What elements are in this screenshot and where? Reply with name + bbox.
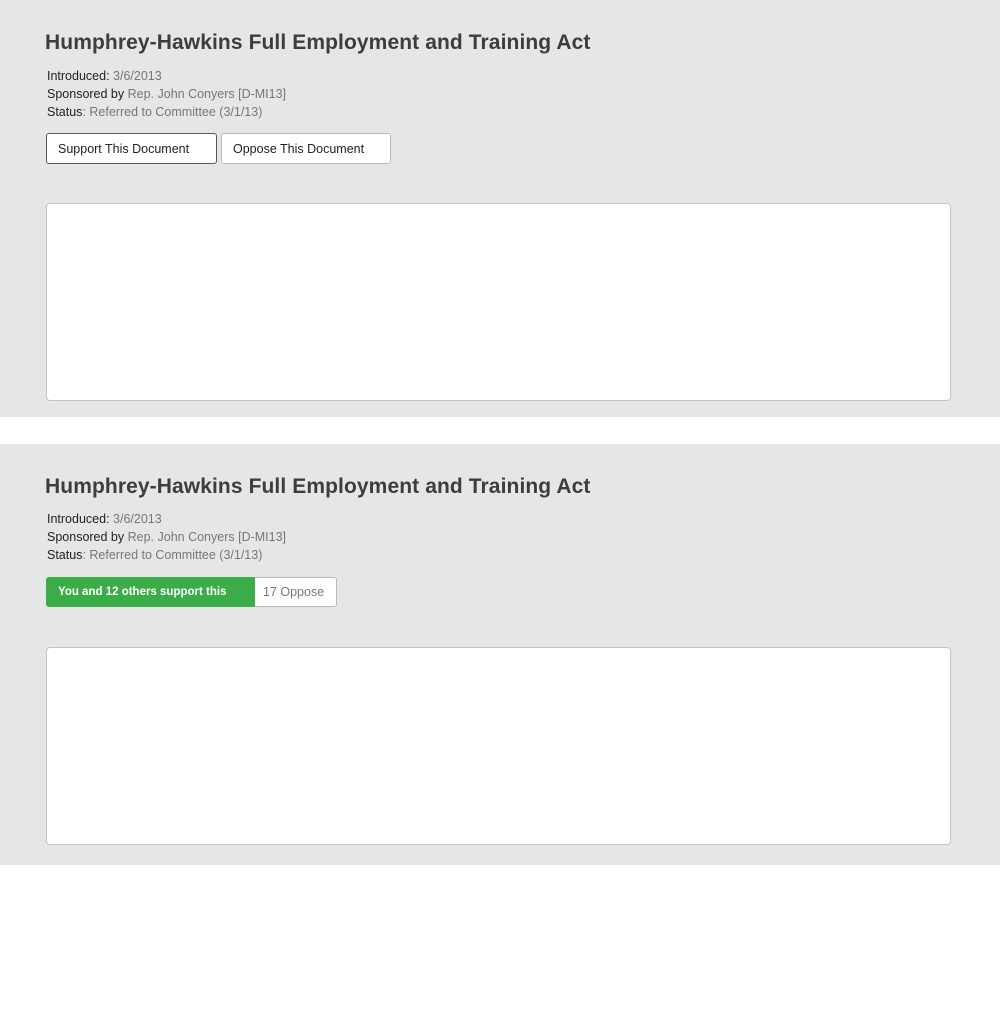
sponsor-name: Rep. John Conyers [D-MI13] xyxy=(127,530,287,544)
document-content-box[interactable] xyxy=(46,647,951,845)
support-status-badge[interactable]: You and 12 others support this xyxy=(46,577,255,607)
introduced-date: 3/6/2013 xyxy=(113,512,162,526)
sponsor-line: Sponsored by Rep. John Conyers [D-MI13] xyxy=(47,85,286,103)
sponsor-name: Rep. John Conyers [D-MI13] xyxy=(127,87,287,101)
status-value: : Referred to Committee (3/1/13) xyxy=(82,105,263,119)
introduced-line: Introduced: 3/6/2013 xyxy=(47,510,162,528)
sponsor-label: Sponsored by xyxy=(47,530,125,544)
introduced-line: Introduced: 3/6/2013 xyxy=(47,67,162,85)
introduced-date: 3/6/2013 xyxy=(113,69,162,83)
vote-result-group: You and 12 others support this 17 Oppose xyxy=(46,577,337,607)
status-label: Status xyxy=(47,105,83,119)
oppose-count-button[interactable]: 17 Oppose xyxy=(255,577,337,607)
sponsor-label: Sponsored by xyxy=(47,87,125,101)
status-line: Status: Referred to Committee (3/1/13) xyxy=(47,103,262,121)
support-document-button[interactable]: Support This Document xyxy=(46,133,217,164)
bill-card-unvoted: Humphrey-Hawkins Full Employment and Tra… xyxy=(0,0,1000,417)
document-content-box[interactable] xyxy=(46,203,951,401)
bill-title: Humphrey-Hawkins Full Employment and Tra… xyxy=(45,31,591,54)
oppose-document-button[interactable]: Oppose This Document xyxy=(221,133,391,164)
introduced-label: Introduced: xyxy=(47,69,110,83)
bill-card-voted: Humphrey-Hawkins Full Employment and Tra… xyxy=(0,444,1000,865)
status-line: Status: Referred to Committee (3/1/13) xyxy=(47,546,262,564)
status-label: Status xyxy=(47,548,83,562)
sponsor-line: Sponsored by Rep. John Conyers [D-MI13] xyxy=(47,528,286,546)
vote-buttons: Support This Document Oppose This Docume… xyxy=(46,133,391,164)
introduced-label: Introduced: xyxy=(47,512,110,526)
status-value: : Referred to Committee (3/1/13) xyxy=(82,548,263,562)
bill-title: Humphrey-Hawkins Full Employment and Tra… xyxy=(45,475,591,498)
